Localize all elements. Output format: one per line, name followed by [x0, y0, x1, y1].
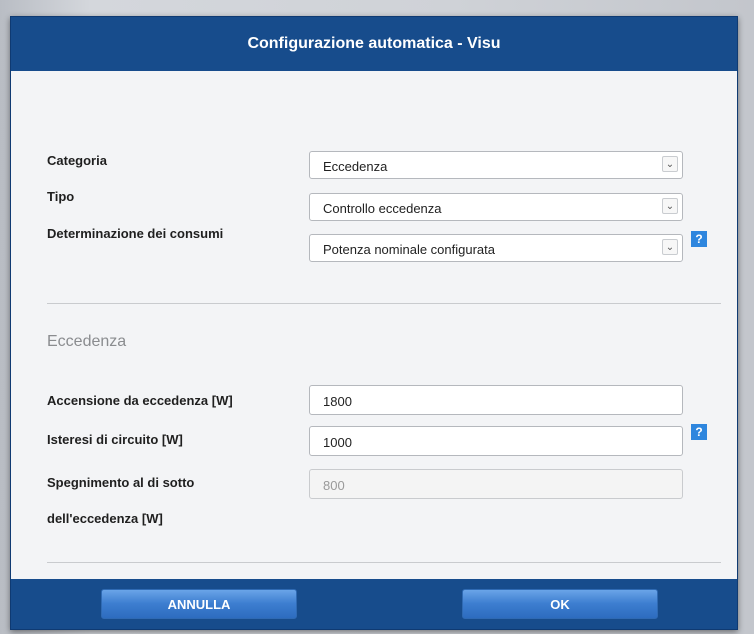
dialog-footer: ANNULLA OK [11, 579, 737, 629]
categoria-label: Categoria [47, 153, 107, 168]
dialog-title: Configurazione automatica - Visu [11, 17, 737, 71]
spegnimento-input: 800 [309, 469, 683, 499]
isteresi-input[interactable]: 1000 [309, 426, 683, 456]
determinazione-value: Potenza nominale configurata [323, 242, 496, 257]
spegnimento-label-line1: Spegnimento al di sotto [47, 475, 195, 490]
determinazione-select[interactable]: Potenza nominale configurata ⌄ [309, 234, 683, 262]
section-divider [47, 303, 721, 304]
spegnimento-label-line2: dell'eccedenza [W] [47, 511, 163, 526]
accensione-label: Accensione da eccedenza [W] [47, 393, 233, 408]
determinazione-label: Determinazione dei consumi [47, 226, 224, 241]
chevron-down-icon[interactable]: ⌄ [662, 239, 678, 255]
cancel-button[interactable]: ANNULLA [101, 589, 297, 619]
spegnimento-value: 800 [323, 478, 345, 493]
section-title: Eccedenza [47, 333, 127, 350]
categoria-select[interactable]: Eccedenza ⌄ [309, 151, 683, 179]
chevron-down-icon[interactable]: ⌄ [662, 198, 678, 214]
ok-button[interactable]: OK [462, 589, 658, 619]
accensione-input[interactable]: 1800 [309, 385, 683, 415]
chevron-down-icon[interactable]: ⌄ [662, 156, 678, 172]
help-icon[interactable]: ? [691, 424, 707, 440]
tipo-label: Tipo [47, 189, 75, 204]
tipo-value: Controllo eccedenza [323, 201, 442, 216]
config-dialog: Configurazione automatica - Visu Categor… [10, 16, 738, 630]
categoria-value: Eccedenza [323, 159, 388, 174]
isteresi-value: 1000 [323, 435, 352, 450]
accensione-value: 1800 [323, 394, 352, 409]
bottom-divider [47, 562, 721, 563]
dialog-body: Categoria Eccedenza ⌄ Tipo Controllo ecc… [11, 71, 737, 579]
tipo-select[interactable]: Controllo eccedenza ⌄ [309, 193, 683, 221]
isteresi-label: Isteresi di circuito [W] [47, 432, 183, 447]
help-icon[interactable]: ? [691, 231, 707, 247]
